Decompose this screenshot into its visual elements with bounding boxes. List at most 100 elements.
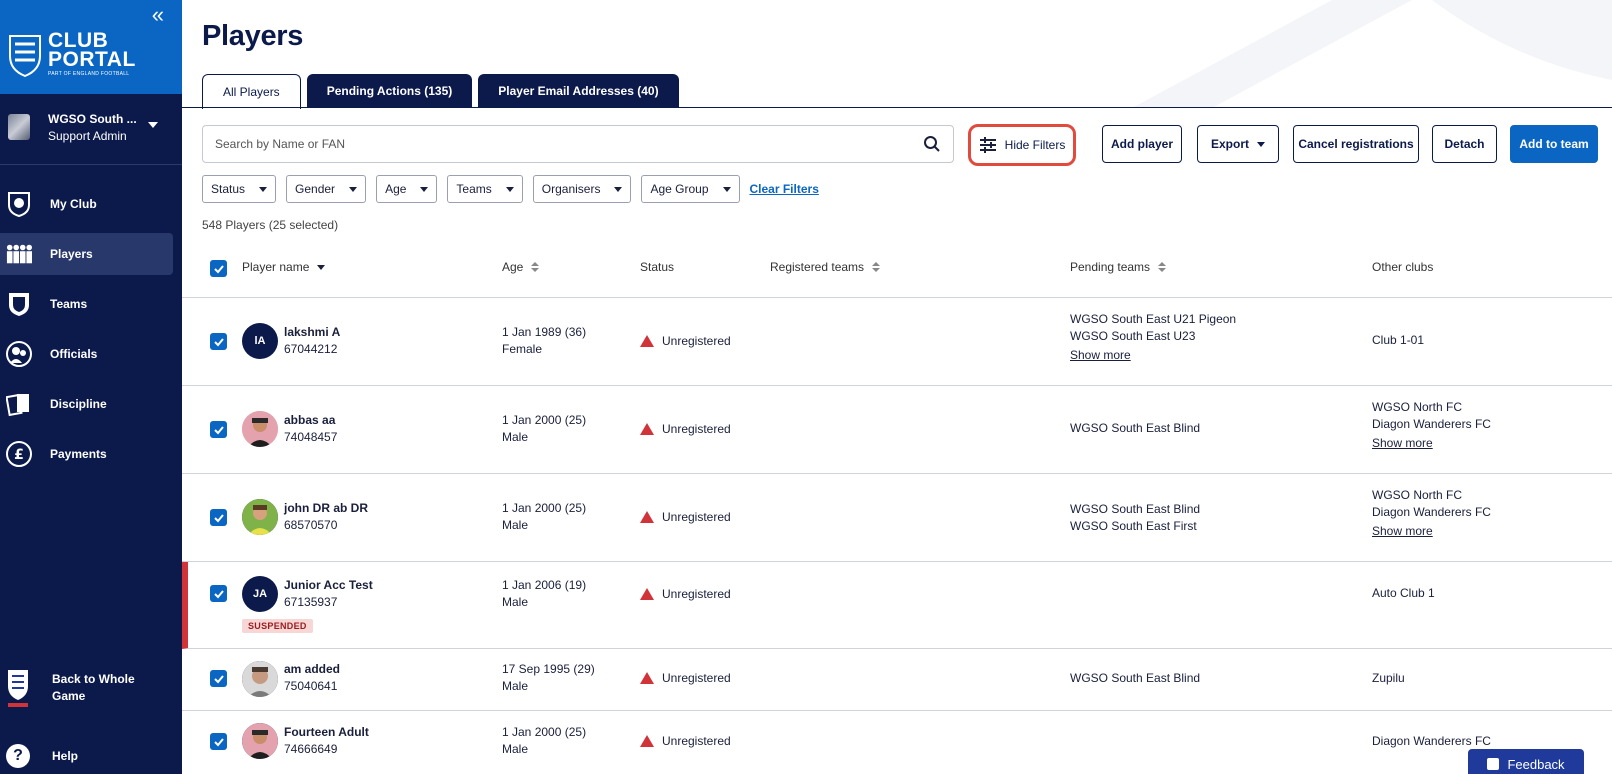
status-badge: Unregistered [640,422,731,436]
show-more-link[interactable]: Show more [1372,435,1491,452]
sidebar-item-discipline[interactable]: Discipline [0,383,173,425]
sidebar-item-teams[interactable]: Teams [0,283,173,325]
player-name[interactable]: abbas aa [284,413,335,427]
collapse-sidebar-icon[interactable]: « [152,4,164,26]
row-checkbox[interactable] [210,333,227,350]
sidebar-item-players[interactable]: Players [0,233,173,275]
warning-triangle-icon [640,335,654,347]
search-icon[interactable] [923,135,941,153]
status-badge: Unregistered [640,734,731,748]
check-icon [213,674,224,683]
feedback-label: Feedback [1507,756,1565,772]
avatar [242,411,278,447]
player-photo [242,661,278,697]
detach-button[interactable]: Detach [1432,125,1497,163]
player-gender: Male [502,679,529,693]
player-gender: Male [502,518,529,532]
pending-teams-cell: WGSO South East Blind [1070,670,1200,687]
filter-gender[interactable]: Gender [286,175,367,203]
player-fan: 74666649 [284,742,338,756]
player-name[interactable]: Junior Acc Test [284,578,373,592]
header-player-name[interactable]: Player name [242,260,326,274]
back-to-whole-game-link[interactable]: Back to Whole Game [0,664,182,712]
add-to-team-button[interactable]: Add to team [1510,125,1598,163]
sidebar-item-payments[interactable]: £ Payments [0,433,173,475]
table-row[interactable]: john DR ab DR 68570570 1 Jan 2000 (25) M… [182,474,1612,562]
select-all-checkbox[interactable] [210,260,227,277]
players-icon [6,241,32,267]
whistle-icon [6,341,32,367]
help-link[interactable]: ? Help [0,744,78,768]
table-header: Player name Age Status Registered teams … [182,242,1612,298]
filter-age-group[interactable]: Age Group [641,175,740,203]
row-checkbox[interactable] [210,585,227,602]
header-age[interactable]: Age [502,260,540,274]
table-row[interactable]: abbas aa 74048457 1 Jan 2000 (25) Male U… [182,386,1612,474]
sidebar-item-officials[interactable]: Officials [0,333,173,375]
search-box[interactable]: Search by Name or FAN [202,125,954,163]
show-more-link[interactable]: Show more [1372,523,1491,540]
other-clubs-cell: Diagon Wanderers FC [1372,733,1491,750]
tab-bar: All Players Pending Actions (135) Player… [202,74,685,109]
tab-player-email-addresses[interactable]: Player Email Addresses (40) [478,74,679,108]
filter-label: Gender [295,182,336,196]
player-name[interactable]: lakshmi A [284,325,340,339]
status-label: Unregistered [662,510,731,524]
logo-line-2: PORTAL [48,48,136,71]
avatar [242,661,278,697]
player-name[interactable]: am added [284,662,340,676]
row-checkbox[interactable] [210,509,227,526]
filter-organisers[interactable]: Organisers [532,175,632,203]
tab-all-players[interactable]: All Players [202,74,301,109]
status-badge: Unregistered [640,587,731,601]
table-row[interactable]: JA Junior Acc Test 67135937 SUSPENDED 1 … [182,562,1612,649]
player-name[interactable]: john DR ab DR [284,501,368,515]
check-icon [213,264,224,273]
row-checkbox[interactable] [210,421,227,438]
filter-status[interactable]: Status [202,175,277,203]
table-row[interactable]: Fourteen Adult 74666649 1 Jan 2000 (25) … [182,711,1612,774]
clear-filters-link[interactable]: Clear Filters [750,182,819,196]
header-other-clubs: Other clubs [1372,260,1433,274]
export-button[interactable]: Export [1197,125,1279,163]
player-name[interactable]: Fourteen Adult [284,725,369,739]
club-portal-logo[interactable]: CLUB PORTAL PART OF ENGLAND FOOTBALL [6,30,136,78]
add-player-button[interactable]: Add player [1102,125,1182,163]
tab-pending-actions[interactable]: Pending Actions (135) [306,74,473,108]
check-icon [213,737,224,746]
sidebar-item-label: Officials [50,347,98,361]
filter-age[interactable]: Age [376,175,438,203]
other-club: WGSO North FC [1372,400,1463,414]
header-registered-teams[interactable]: Registered teams [770,260,881,274]
sort-icon [872,262,881,272]
cancel-registrations-button[interactable]: Cancel registrations [1293,125,1419,163]
row-checkbox[interactable] [210,733,227,750]
filter-teams[interactable]: Teams [447,175,523,203]
header-pending-teams[interactable]: Pending teams [1070,260,1167,274]
check-icon [213,589,224,598]
account-switcher[interactable]: WGSO South ... Support Admin [0,112,182,165]
player-fan: 67044212 [284,342,338,356]
show-more-link[interactable]: Show more [1070,347,1236,364]
three-lions-icon [9,35,41,78]
sidebar-item-label: Payments [50,447,107,461]
hide-filters-button[interactable]: Hide Filters [968,124,1076,166]
other-club: Diagon Wanderers FC [1372,734,1491,748]
avatar: lA [242,323,278,359]
search-input[interactable]: Search by Name or FAN [215,137,923,151]
table-row[interactable]: am added 75040641 17 Sep 1995 (29) Male … [182,649,1612,711]
table-row[interactable]: lA lakshmi A 67044212 1 Jan 1989 (36) Fe… [182,298,1612,386]
player-photo [242,411,278,447]
pending-team: WGSO South East First [1070,519,1197,533]
sort-desc-icon [317,264,326,270]
warning-triangle-icon [640,735,654,747]
feedback-button[interactable]: Feedback [1468,749,1584,774]
suspended-badge: SUSPENDED [242,619,313,633]
filter-label: Age [385,182,407,196]
warning-triangle-icon [640,672,654,684]
other-clubs-cell: Club 1-01 [1372,332,1424,349]
sidebar-item-my-club[interactable]: My Club [0,183,173,225]
logo-bar: « CLUB PORTAL PART OF ENGLAND FOOTBALL [0,0,182,94]
row-checkbox[interactable] [210,670,227,687]
status-badge: Unregistered [640,334,731,348]
